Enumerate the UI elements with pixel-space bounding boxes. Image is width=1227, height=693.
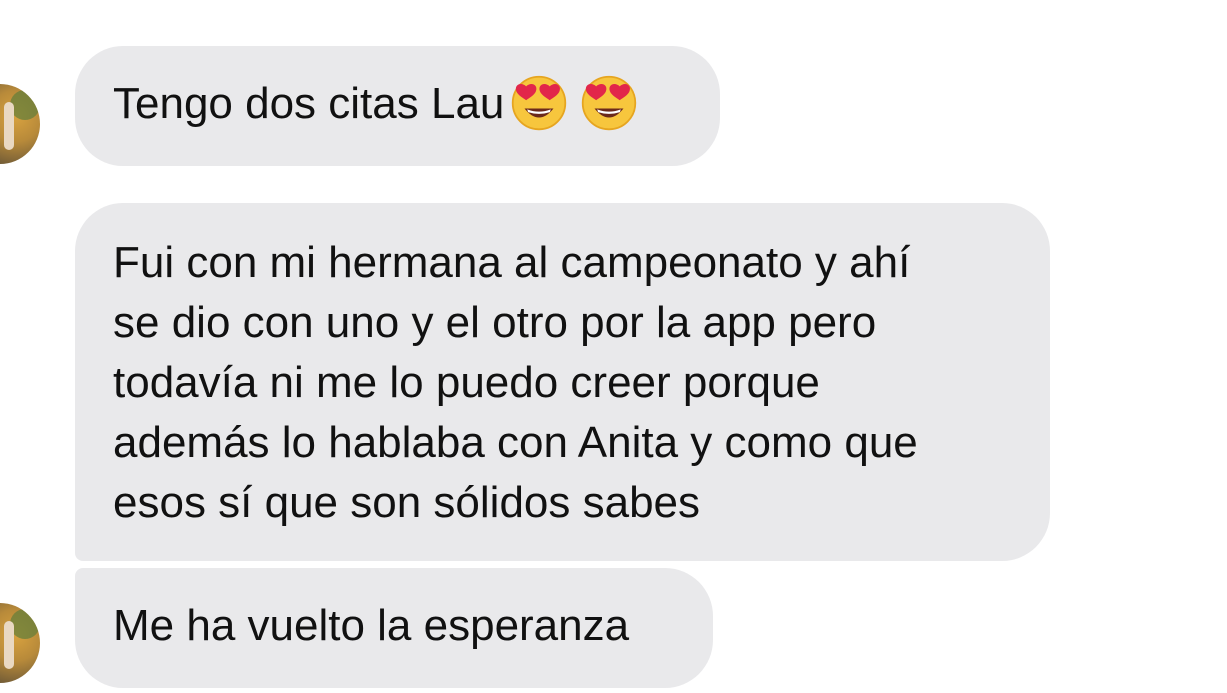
sender-avatar[interactable] <box>0 84 40 164</box>
message-bubble[interactable]: Tengo dos citas Lau <box>75 46 720 166</box>
avatar-photo-foliage <box>10 90 40 120</box>
avatar-photo-person <box>4 102 14 150</box>
message-text: Me ha vuelto la esperanza <box>113 601 630 650</box>
message-bubble[interactable]: Fui con mi hermana al campeonato y ahí s… <box>75 203 1050 561</box>
avatar-photo-person <box>4 621 14 669</box>
message-bubble[interactable]: Me ha vuelto la esperanza <box>75 568 713 688</box>
message-text-line: todavía ni me lo puedo creer porque <box>113 358 820 407</box>
message-text: Tengo dos citas Lau <box>113 79 505 128</box>
heart-eyes-emoji-icon <box>512 75 567 131</box>
message-text-line: esos sí que son sólidos sabes <box>113 478 701 527</box>
heart-eyes-emoji-icon <box>582 75 637 131</box>
sender-avatar[interactable] <box>0 603 40 683</box>
message-text-line: además lo hablaba con Anita y como que <box>113 418 918 467</box>
message-text-line: Fui con mi hermana al campeonato y ahí <box>113 238 911 287</box>
avatar-photo-foliage <box>10 609 40 639</box>
message-text-line: se dio con uno y el otro por la app pero <box>113 298 877 347</box>
